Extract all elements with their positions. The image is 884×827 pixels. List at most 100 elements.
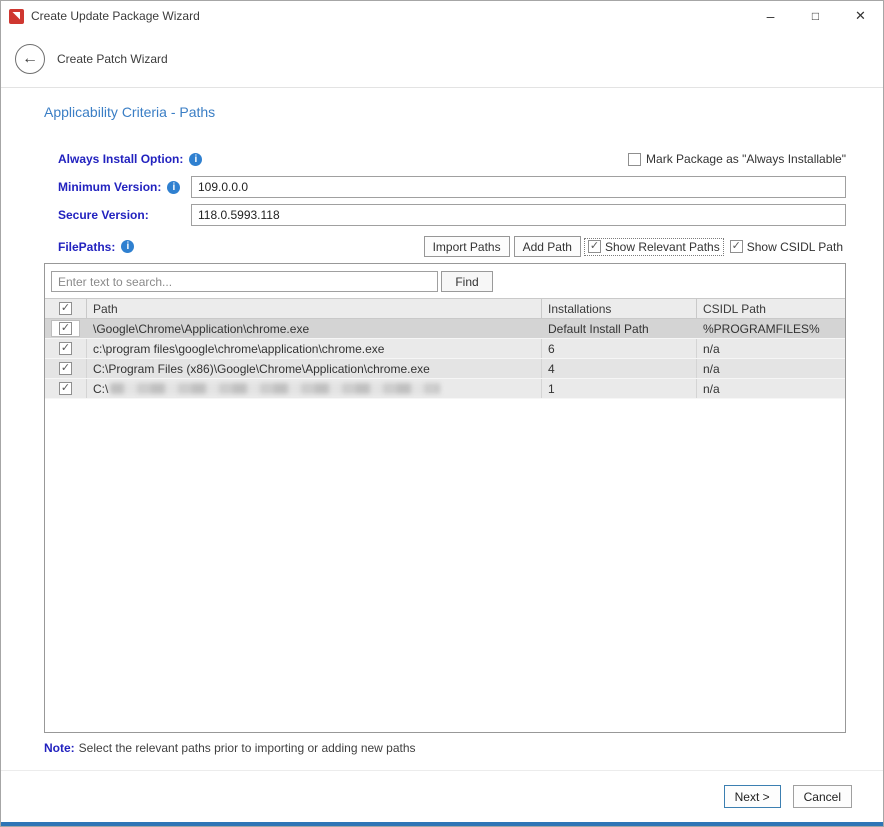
title-bar: Create Update Package Wizard – □ ✕ bbox=[1, 1, 883, 31]
table-header-row: ✓ Path Installations CSIDL Path bbox=[45, 298, 845, 319]
path-text: C:\ bbox=[93, 382, 108, 396]
window-title: Create Update Package Wizard bbox=[31, 9, 200, 23]
note: Note: Select the relevant paths prior to … bbox=[44, 741, 846, 755]
csidl-cell: %PROGRAMFILES% bbox=[697, 319, 845, 338]
select-all-header-cell: ✓ bbox=[45, 299, 87, 318]
secure-version-input[interactable] bbox=[191, 204, 846, 226]
add-path-button[interactable]: Add Path bbox=[514, 236, 581, 257]
installations-text: 4 bbox=[548, 362, 555, 376]
installations-text: 6 bbox=[548, 342, 555, 356]
filepaths-label: FilePaths: bbox=[58, 240, 115, 254]
back-button[interactable]: ← bbox=[15, 44, 45, 74]
path-cell[interactable]: C:\ bbox=[87, 379, 542, 398]
installations-cell: Default Install Path bbox=[542, 319, 697, 338]
show-csidl-path-label: Show CSIDL Path bbox=[747, 240, 843, 254]
wizard-window: Create Update Package Wizard – □ ✕ ← Cre… bbox=[0, 0, 884, 827]
show-relevant-paths-label: Show Relevant Paths bbox=[605, 240, 720, 254]
secure-version-label-wrap: Secure Version: bbox=[58, 208, 191, 222]
csidl-text: n/a bbox=[703, 382, 720, 396]
check-icon: ✓ bbox=[61, 383, 70, 394]
show-csidl-path-checkbox[interactable]: ✓ bbox=[730, 240, 743, 253]
filepaths-label-wrap: FilePaths: i bbox=[58, 240, 134, 254]
info-icon[interactable]: i bbox=[167, 181, 180, 194]
installations-cell: 1 bbox=[542, 379, 697, 398]
note-prefix: Note: bbox=[44, 741, 75, 755]
filepaths-row: FilePaths: i Import Paths Add Path ✓ Sho… bbox=[44, 236, 846, 257]
back-arrow-icon: ← bbox=[22, 50, 38, 68]
row-select-cell: ✓ bbox=[45, 359, 87, 378]
row-select-cell: ✓ bbox=[45, 339, 87, 358]
row-checkbox[interactable]: ✓ bbox=[59, 362, 72, 375]
csidl-text: %PROGRAMFILES% bbox=[703, 322, 820, 336]
check-icon: ✓ bbox=[590, 241, 599, 252]
path-cell[interactable]: \Google\Chrome\Application\chrome.exe bbox=[87, 319, 542, 338]
maximize-button[interactable]: □ bbox=[793, 1, 838, 31]
minimum-version-label: Minimum Version: bbox=[58, 180, 161, 194]
secure-version-label: Secure Version: bbox=[58, 208, 149, 222]
search-input[interactable] bbox=[51, 271, 438, 292]
filepaths-toolbar: Import Paths Add Path ✓ Show Relevant Pa… bbox=[424, 236, 846, 257]
find-button[interactable]: Find bbox=[441, 271, 493, 292]
cancel-button[interactable]: Cancel bbox=[793, 785, 852, 808]
footer: Next > Cancel bbox=[1, 770, 883, 822]
always-install-label: Always Install Option: bbox=[58, 152, 183, 166]
always-install-row: Always Install Option: i ✓ Mark Package … bbox=[44, 150, 846, 168]
minimize-button[interactable]: – bbox=[748, 1, 793, 31]
show-relevant-paths-checkbox[interactable]: ✓ bbox=[588, 240, 601, 253]
installations-cell: 6 bbox=[542, 339, 697, 358]
app-icon bbox=[9, 9, 24, 24]
minimum-version-input[interactable] bbox=[191, 176, 846, 198]
page-title: Applicability Criteria - Paths bbox=[44, 104, 846, 120]
installations-text: 1 bbox=[548, 382, 555, 396]
show-relevant-paths-group: ✓ Show Relevant Paths bbox=[585, 239, 723, 255]
check-icon: ✓ bbox=[61, 363, 70, 374]
csidl-cell: n/a bbox=[697, 339, 845, 358]
check-icon: ✓ bbox=[61, 343, 70, 354]
info-icon[interactable]: i bbox=[121, 240, 134, 253]
row-select-cell: ✓ bbox=[45, 379, 87, 398]
table-row[interactable]: ✓ C:\ 1 n/a bbox=[45, 379, 845, 399]
csidl-cell: n/a bbox=[697, 359, 845, 378]
note-text: Select the relevant paths prior to impor… bbox=[79, 741, 416, 755]
path-text: C:\Program Files (x86)\Google\Chrome\App… bbox=[93, 362, 430, 376]
path-cell[interactable]: C:\Program Files (x86)\Google\Chrome\App… bbox=[87, 359, 542, 378]
select-all-checkbox[interactable]: ✓ bbox=[59, 302, 72, 315]
installations-column-header[interactable]: Installations bbox=[542, 299, 697, 318]
wizard-name: Create Patch Wizard bbox=[57, 52, 168, 66]
redacted-path bbox=[110, 383, 440, 394]
checkbox-editor: ✓ bbox=[51, 320, 80, 337]
paths-table: ✓ Path Installations CSIDL Path ✓ bbox=[45, 298, 845, 399]
always-installable-checkbox-label: Mark Package as "Always Installable" bbox=[646, 152, 846, 166]
check-icon: ✓ bbox=[61, 323, 70, 334]
row-checkbox[interactable]: ✓ bbox=[59, 382, 72, 395]
csidl-column-header[interactable]: CSIDL Path bbox=[697, 299, 845, 318]
check-icon: ✓ bbox=[61, 303, 70, 314]
table-row[interactable]: ✓ C:\Program Files (x86)\Google\Chrome\A… bbox=[45, 359, 845, 379]
installations-cell: 4 bbox=[542, 359, 697, 378]
info-icon[interactable]: i bbox=[189, 153, 202, 166]
path-text: c:\program files\google\chrome\applicati… bbox=[93, 342, 384, 356]
table-row[interactable]: ✓ c:\program files\google\chrome\applica… bbox=[45, 339, 845, 359]
next-button[interactable]: Next > bbox=[724, 785, 781, 808]
filepaths-panel: Find ✓ Path Installations CSIDL Path bbox=[44, 263, 846, 733]
table-row[interactable]: ✓ \Google\Chrome\Application\chrome.exe … bbox=[45, 319, 845, 339]
secure-version-row: Secure Version: bbox=[44, 204, 846, 226]
window-bottom-accent bbox=[1, 822, 883, 826]
wizard-header: ← Create Patch Wizard bbox=[1, 31, 883, 88]
row-checkbox[interactable]: ✓ bbox=[59, 322, 72, 335]
close-button[interactable]: ✕ bbox=[838, 1, 883, 31]
always-install-label-wrap: Always Install Option: i bbox=[58, 152, 202, 166]
installations-text: Default Install Path bbox=[548, 322, 649, 336]
minimum-version-row: Minimum Version: i bbox=[44, 176, 846, 198]
search-bar: Find bbox=[45, 264, 845, 298]
window-controls: – □ ✕ bbox=[748, 1, 883, 31]
path-cell[interactable]: c:\program files\google\chrome\applicati… bbox=[87, 339, 542, 358]
csidl-cell: n/a bbox=[697, 379, 845, 398]
content-area: Applicability Criteria - Paths Always In… bbox=[1, 104, 883, 755]
always-installable-checkbox[interactable]: ✓ bbox=[628, 153, 641, 166]
minimum-version-label-wrap: Minimum Version: i bbox=[58, 180, 191, 194]
row-checkbox[interactable]: ✓ bbox=[59, 342, 72, 355]
path-column-header[interactable]: Path bbox=[87, 299, 542, 318]
import-paths-button[interactable]: Import Paths bbox=[424, 236, 510, 257]
show-csidl-path-group: ✓ Show CSIDL Path bbox=[727, 239, 846, 255]
